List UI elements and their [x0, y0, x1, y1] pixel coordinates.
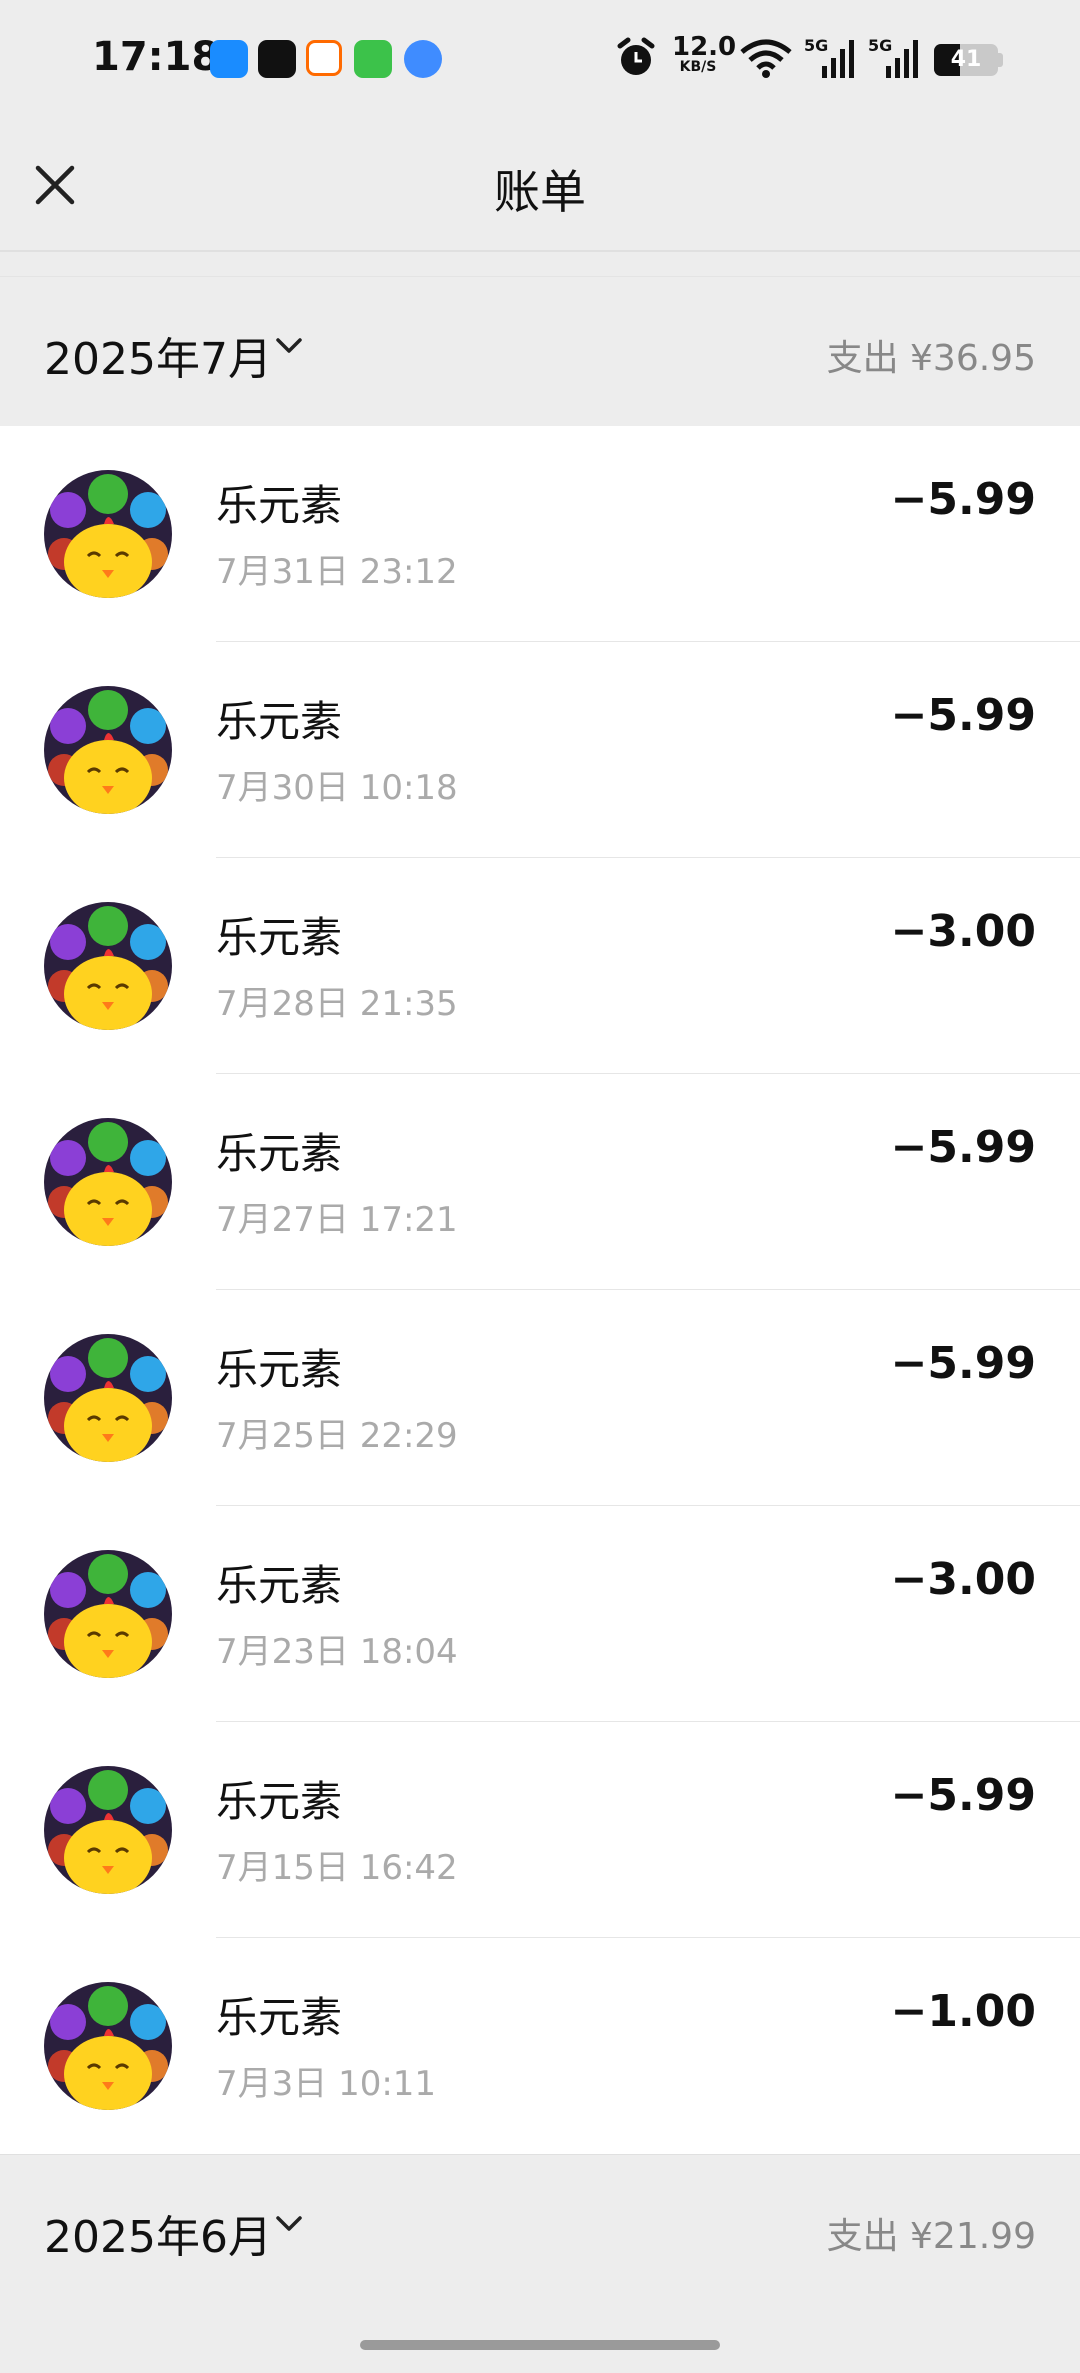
month-total: 支出 ¥36.95 [826, 338, 1036, 379]
merchant-avatar [44, 1766, 172, 1894]
alarm-icon [617, 37, 655, 75]
signal-5g-1: 5G [804, 36, 858, 80]
network-speed-unit: KB/S [679, 59, 717, 75]
battery-icon: 41 [934, 44, 998, 76]
game-logo-icon [44, 902, 172, 1030]
merchant-avatar [44, 1550, 172, 1678]
transaction-row[interactable]: 乐元素 7月25日 22:29 −5.99 [0, 1290, 1080, 1506]
game-logo-icon [44, 1766, 172, 1894]
tiktok-app-icon [258, 40, 296, 78]
transaction-list: 乐元素 7月31日 23:12 −5.99 乐元素 7月30日 10:18 −5… [0, 426, 1080, 2154]
game-logo-icon [44, 1550, 172, 1678]
battery-level: 41 [950, 47, 982, 72]
transaction-datetime: 7月15日 16:42 [216, 1848, 458, 1888]
transaction-row[interactable]: 乐元素 7月23日 18:04 −3.00 [0, 1506, 1080, 1722]
transaction-amount: −5.99 [890, 1770, 1036, 1821]
transaction-row[interactable]: 乐元素 7月31日 23:12 −5.99 [0, 426, 1080, 642]
merchant-name: 乐元素 [216, 697, 343, 746]
merchant-name: 乐元素 [216, 1345, 343, 1394]
transaction-row[interactable]: 乐元素 7月30日 10:18 −5.99 [0, 642, 1080, 858]
header-gap [0, 252, 1080, 277]
transaction-datetime: 7月31日 23:12 [216, 552, 458, 592]
merchant-avatar [44, 1118, 172, 1246]
game-logo-icon [44, 470, 172, 598]
month-label[interactable]: 2025年7月 [44, 323, 272, 387]
transaction-amount: −3.00 [890, 1554, 1036, 1605]
taobao-app-icon [306, 40, 342, 76]
transaction-amount: −5.99 [890, 1338, 1036, 1389]
nav-bar: 账单 [0, 120, 1080, 252]
merchant-name: 乐元素 [216, 1993, 343, 2042]
navigation-app-icon [210, 40, 248, 78]
merchant-avatar [44, 1334, 172, 1462]
merchant-name: 乐元素 [216, 1561, 343, 1610]
network-speed: 12.0 KB/S [672, 32, 737, 75]
transaction-datetime: 7月28日 21:35 [216, 984, 458, 1024]
transaction-row[interactable]: 乐元素 7月3日 10:11 −1.00 [0, 1938, 1080, 2154]
transaction-amount: −3.00 [890, 906, 1036, 957]
chevron-down-icon[interactable] [274, 2209, 304, 2239]
game-logo-icon [44, 686, 172, 814]
transaction-row[interactable]: 乐元素 7月28日 21:35 −3.00 [0, 858, 1080, 1074]
merchant-avatar [44, 1982, 172, 2110]
battery-tip [998, 53, 1003, 67]
home-indicator[interactable] [360, 2340, 720, 2350]
status-bar: 17:18 12.0 KB/S 5G 5G 41 [0, 0, 1080, 120]
month-header-july[interactable]: 2025年7月 支出 ¥36.95 [0, 277, 1080, 427]
transaction-datetime: 7月30日 10:18 [216, 768, 458, 808]
merchant-name: 乐元素 [216, 1129, 343, 1178]
game-logo-icon [44, 1334, 172, 1462]
status-time: 17:18 [92, 34, 220, 80]
transaction-amount: −5.99 [890, 690, 1036, 741]
month-total: 支出 ¥21.99 [826, 2216, 1036, 2257]
transaction-row[interactable]: 乐元素 7月27日 17:21 −5.99 [0, 1074, 1080, 1290]
month-header-june[interactable]: 2025年6月 支出 ¥21.99 [0, 2154, 1080, 2305]
merchant-name: 乐元素 [216, 1777, 343, 1826]
browser-app-icon [404, 40, 442, 78]
page-title: 账单 [494, 165, 586, 219]
signal-bars-icon [886, 40, 918, 78]
transaction-row[interactable]: 乐元素 7月15日 16:42 −5.99 [0, 1722, 1080, 1938]
month-label[interactable]: 2025年6月 [44, 2201, 272, 2265]
wifi-icon [740, 39, 792, 78]
game-logo-icon [44, 1118, 172, 1246]
message-app-icon [354, 40, 392, 78]
transaction-amount: −5.99 [890, 474, 1036, 525]
merchant-name: 乐元素 [216, 481, 343, 530]
signal-5g-2: 5G [868, 36, 922, 80]
merchant-avatar [44, 686, 172, 814]
game-logo-icon [44, 1982, 172, 2110]
merchant-name: 乐元素 [216, 913, 343, 962]
merchant-avatar [44, 902, 172, 1030]
transaction-datetime: 7月25日 22:29 [216, 1416, 458, 1456]
transaction-datetime: 7月23日 18:04 [216, 1632, 458, 1672]
signal-bars-icon [822, 40, 854, 78]
transaction-datetime: 7月3日 10:11 [216, 2064, 437, 2104]
network-speed-value: 12.0 [672, 32, 737, 62]
transaction-datetime: 7月27日 17:21 [216, 1200, 458, 1240]
merchant-avatar [44, 470, 172, 598]
chevron-down-icon[interactable] [274, 331, 304, 361]
transaction-amount: −5.99 [890, 1122, 1036, 1173]
transaction-amount: −1.00 [890, 1986, 1036, 2037]
